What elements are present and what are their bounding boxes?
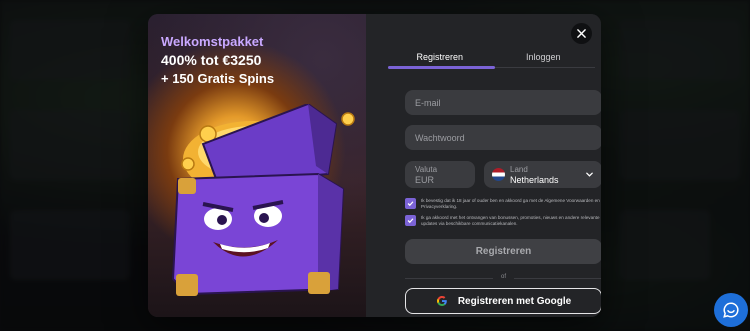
chat-button[interactable]: [714, 293, 748, 327]
consent-marketing-row: Ik ga akkoord met het ontvangen van bonu…: [405, 215, 601, 227]
chevron-down-icon: [586, 172, 593, 177]
register-modal: Welkomstpakket 400% tot €3250 + 150 Grat…: [148, 14, 601, 317]
register-button[interactable]: Registreren: [405, 239, 601, 264]
country-value: Netherlands: [510, 174, 559, 185]
divider-line-right: [514, 278, 601, 279]
or-divider: of: [405, 274, 601, 282]
promo-title: Welkomstpakket: [161, 34, 264, 49]
tab-active-indicator: [388, 66, 495, 69]
terms-checkbox[interactable]: [405, 198, 416, 209]
promo-panel: Welkomstpakket 400% tot €3250 + 150 Grat…: [148, 14, 366, 317]
currency-label: Valuta: [415, 164, 438, 174]
promo-spins: + 150 Gratis Spins: [161, 71, 275, 86]
google-register-button[interactable]: Registreren met Google: [405, 288, 601, 314]
country-label: Land: [510, 164, 528, 174]
netherlands-flag-icon: [492, 168, 505, 181]
terms-text: Ik bevestig dat ik 18 jaar of ouder ben …: [421, 198, 600, 209]
password-field[interactable]: Wachtwoord: [405, 125, 601, 150]
check-icon: [407, 218, 414, 224]
treasure-chest-illustration: [171, 104, 355, 296]
google-register-label: Registreren met Google: [457, 295, 572, 307]
chat-icon: [723, 302, 739, 318]
marketing-checkbox[interactable]: [405, 215, 416, 226]
check-icon: [407, 201, 414, 207]
close-icon: [577, 29, 586, 38]
close-button[interactable]: [571, 23, 592, 44]
promo-bonus: 400% tot €3250: [161, 52, 262, 68]
promo-text: Welkomstpakket 400% tot €3250 + 150 Grat…: [161, 34, 274, 86]
country-select[interactable]: Land Netherlands: [484, 161, 601, 188]
google-icon: [436, 295, 448, 307]
consent-terms-row: Ik bevestig dat ik 18 jaar of ouder ben …: [405, 198, 601, 210]
currency-value: EUR: [415, 174, 435, 185]
email-field[interactable]: E-mail: [405, 90, 601, 115]
or-label: of: [500, 274, 506, 280]
currency-field[interactable]: Valuta EUR: [405, 161, 475, 188]
form-panel: Registreren Inloggen E-mail Wachtwoord V…: [366, 14, 601, 317]
marketing-text: Ik ga akkoord met het ontvangen van bonu…: [421, 215, 600, 226]
